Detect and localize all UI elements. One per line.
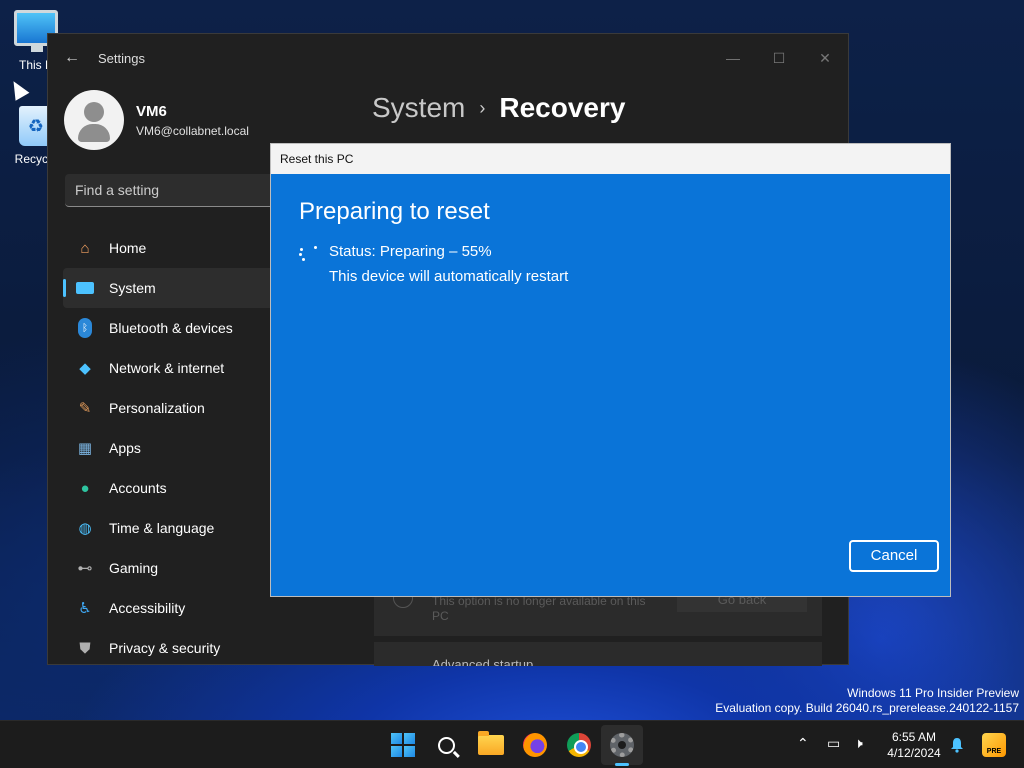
notification-bell-icon[interactable] [950, 737, 964, 753]
chevron-up-icon[interactable]: ⌃ [797, 735, 809, 752]
sidebar-item-home[interactable]: ⌂ Home [63, 228, 288, 268]
page-title: Recovery [499, 92, 626, 123]
sidebar-item-label: Apps [109, 440, 141, 456]
dialog-body: Preparing to reset Status: Preparing – 5… [271, 174, 950, 596]
spinner-icon [299, 244, 319, 264]
taskbar-settings[interactable] [608, 731, 636, 759]
window-title: Settings [98, 50, 145, 66]
volume-muted-icon[interactable]: 🕨 [854, 735, 863, 752]
apps-icon: ▦ [77, 440, 93, 457]
avatar [64, 90, 124, 150]
sidebar-item-label: Time & language [109, 520, 215, 536]
minimize-button[interactable]: — [710, 43, 756, 73]
taskbar: ⌃ ▭ 🕨 6:55 AM 4/12/2024 PRE [0, 720, 1024, 768]
evaluation-watermark: Windows 11 Pro Insider Preview Evaluatio… [715, 686, 1019, 716]
network-icon[interactable]: ▭ [827, 735, 840, 752]
clock-time: 6:55 AM [891, 730, 937, 744]
accounts-icon: ● [80, 479, 90, 497]
title-bar[interactable]: ← Settings — ☐ ✕ [48, 34, 848, 82]
window-controls: — ☐ ✕ [710, 43, 848, 73]
active-app-indicator [615, 763, 629, 766]
search-input[interactable]: Find a setting [65, 174, 285, 207]
cancel-button[interactable]: Cancel [849, 540, 939, 572]
sidebar-item-label: Accessibility [109, 600, 186, 616]
sidebar-item-bluetooth[interactable]: ᛒ Bluetooth & devices [63, 308, 288, 348]
sidebar-item-label: Home [109, 240, 147, 256]
sidebar-item-label: Gaming [109, 560, 159, 576]
chevron-right-icon: › [479, 97, 486, 118]
sidebar-item-privacy[interactable]: ⛊ Privacy & security [63, 628, 288, 668]
settings-icon [610, 733, 634, 757]
breadcrumb: System › Recovery [372, 92, 625, 124]
watermark-line: Evaluation copy. Build 26040.rs_prerelea… [715, 701, 1019, 715]
sidebar-item-accounts[interactable]: ● Accounts [63, 468, 288, 508]
close-button[interactable]: ✕ [802, 43, 848, 73]
sidebar-item-personalization[interactable]: ✎ Personalization [63, 388, 288, 428]
accessibility-icon: ♿ [78, 600, 92, 617]
sidebar-item-accessibility[interactable]: ♿ Accessibility [63, 588, 288, 628]
maximize-button[interactable]: ☐ [756, 43, 802, 73]
sidebar-item-label: Accounts [109, 480, 167, 496]
sidebar-item-apps[interactable]: ▦ Apps [63, 428, 288, 468]
watermark-line: Windows 11 Pro Insider Preview [847, 686, 1019, 700]
dialog-title-bar[interactable]: Reset this PC [271, 144, 950, 174]
gamepad-icon: ⊷ [77, 560, 93, 577]
home-icon: ⌂ [80, 239, 90, 257]
sidebar-item-system[interactable]: System [63, 268, 288, 308]
taskbar-chrome[interactable] [565, 731, 593, 759]
reset-pc-dialog: Reset this PC Preparing to reset Status:… [270, 143, 951, 597]
taskbar-firefox[interactable] [521, 731, 549, 759]
advanced-startup-card: Advanced startup [374, 642, 822, 666]
taskbar-file-explorer[interactable] [477, 731, 505, 759]
shield-icon: ⛊ [79, 639, 91, 657]
sidebar-item-label: Network & internet [109, 360, 225, 376]
clock-date: 4/12/2024 [887, 746, 941, 760]
sidebar-item-gaming[interactable]: ⊷ Gaming [63, 548, 288, 588]
sidebar-item-label: Privacy & security [109, 640, 221, 656]
dialog-title: Reset this PC [280, 152, 354, 166]
wifi-icon: ◆ [79, 360, 91, 377]
advanced-startup-label: Advanced startup [432, 657, 534, 666]
back-arrow-icon[interactable]: ← [64, 49, 80, 67]
insider-preview-badge[interactable]: PRE [982, 733, 1006, 757]
dialog-heading: Preparing to reset [299, 198, 490, 225]
mouse-cursor-icon [6, 77, 30, 101]
system-clock[interactable]: 6:55 AM 4/12/2024 [876, 729, 952, 761]
sidebar-item-label: Bluetooth & devices [109, 320, 233, 336]
start-icon [391, 733, 415, 757]
option-description: This option is no longer available on th… [432, 594, 646, 623]
user-email: VM6@collabnet.local [136, 123, 249, 138]
file-explorer-icon [478, 731, 504, 755]
status-text: Status: Preparing – 55% [329, 243, 492, 260]
start-button[interactable] [389, 731, 417, 759]
sidebar-item-time-language[interactable]: ◍ Time & language [63, 508, 288, 548]
search-icon [437, 736, 455, 754]
user-profile[interactable]: VM6 VM6@collabnet.local [64, 90, 249, 150]
taskbar-search-button[interactable] [432, 731, 460, 759]
globe-icon: ◍ [78, 520, 92, 537]
user-name: VM6 [136, 102, 167, 120]
chrome-icon [567, 733, 591, 757]
sidebar-item-label: Personalization [109, 400, 205, 416]
sidebar-item-label: System [109, 280, 156, 296]
bluetooth-icon: ᛒ [75, 318, 95, 338]
system-icon [75, 278, 95, 298]
brush-icon: ✎ [78, 400, 92, 417]
sidebar-nav: ⌂ Home System ᛒ Bluetooth & devices ◆ Ne… [63, 228, 288, 668]
breadcrumb-parent[interactable]: System [372, 92, 465, 124]
sidebar-item-network[interactable]: ◆ Network & internet [63, 348, 288, 388]
restart-note: This device will automatically restart [329, 268, 569, 285]
firefox-icon [523, 733, 547, 757]
